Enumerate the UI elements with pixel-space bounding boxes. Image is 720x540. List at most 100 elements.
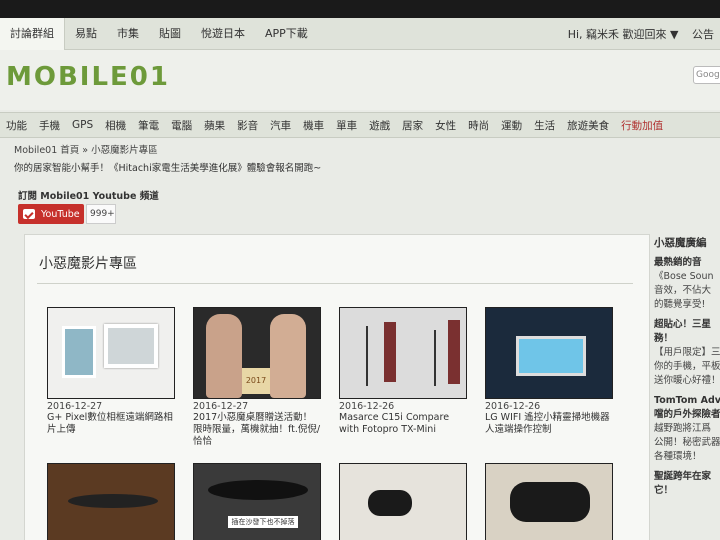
nav-item[interactable]: 居家	[396, 118, 429, 133]
photo-frame-image	[104, 324, 158, 368]
sidebar-item[interactable]: TomTom Adve	[654, 394, 720, 408]
video-card[interactable]: 2017 2016-12-27 2017小惡魔桌曆贈送活動！限時限量，萬機就抽！…	[193, 307, 321, 448]
video-date: 2016-12-26	[485, 401, 541, 412]
site-header: MOBILE01 Goog	[0, 50, 720, 110]
announcement-link[interactable]: 公告	[692, 28, 714, 41]
nav-item[interactable]: 運動	[495, 118, 528, 133]
video-thumbnail[interactable]	[47, 463, 175, 540]
panel-title: 小惡魔影片專區	[39, 256, 137, 272]
user-menu[interactable]: Hi, 竊米禾 歡迎回來 ▼	[568, 28, 679, 41]
nav-item[interactable]: 女性	[429, 118, 462, 133]
divider	[37, 283, 633, 284]
tab-forum[interactable]: 討論群組	[0, 17, 65, 50]
video-card[interactable]: 2016-12-26 LG WIFI 遙控小精靈掃地機器人遠端操作控制	[485, 307, 613, 436]
sidebar-item[interactable]: 噹的戶外探險者	[654, 408, 720, 422]
video-card[interactable]	[339, 463, 467, 540]
video-card[interactable]: 2016-12-26 Masarce C15i Compare with Fot…	[339, 307, 467, 436]
video-title[interactable]: 2017小惡魔桌曆贈送活動！限時限量，萬機就抽！ft.倪倪/恰恰	[193, 412, 321, 448]
user-greeting[interactable]: Hi, 竊米禾 歡迎回來 ▼ 公告	[568, 26, 720, 42]
nav-item[interactable]: 機車	[297, 118, 330, 133]
video-thumbnail[interactable]	[339, 307, 467, 399]
sidebar-item[interactable]: 《Bose Soun	[654, 270, 720, 284]
tab-market[interactable]: 市集	[107, 18, 149, 50]
nav-item[interactable]: 時尚	[462, 118, 495, 133]
device-image	[68, 494, 158, 508]
sidebar-item[interactable]: 最熱銷的音	[654, 256, 720, 270]
sidebar-item[interactable]: 你的手機，平板	[654, 360, 720, 374]
video-title[interactable]: Masarce C15i Compare with Fotopro TX-Min…	[339, 412, 467, 436]
video-date: 2016-12-26	[339, 401, 395, 412]
nav-item[interactable]: 汽車	[264, 118, 297, 133]
model-image	[206, 314, 242, 398]
announcement-link[interactable]: 你的居家智能小幫手！《Hitachi家電生活美學進化展》體驗會報名開跑~	[14, 160, 321, 174]
person-image	[384, 322, 396, 382]
nav-item[interactable]: GPS	[66, 119, 99, 131]
video-title[interactable]: G+ Pixel數位相框遠端網路相片上傳	[47, 412, 175, 436]
breadcrumb[interactable]: Mobile01 首頁 » 小惡魔影片專區	[14, 142, 158, 156]
robot-vacuum-image	[510, 482, 590, 522]
laptop-screen-image	[516, 336, 586, 376]
video-thumbnail[interactable]: 插在沙發下也不掉落	[193, 463, 321, 540]
sidebar-item[interactable]: 公開！秘密武器	[654, 436, 720, 450]
video-thumbnail[interactable]: 2017	[193, 307, 321, 399]
main-content: Mobile01 首頁 » 小惡魔影片專區 你的居家智能小幫手！《Hitachi…	[0, 138, 720, 540]
calendar-image: 2017	[242, 368, 270, 394]
youtube-subscribe-button[interactable]: YouTube	[18, 204, 84, 224]
tripod-image	[366, 326, 368, 386]
nav-item[interactable]: 影音	[231, 118, 264, 133]
subscriber-count: 999+	[86, 204, 116, 224]
sidebar-title: 小惡魔廣編	[654, 237, 707, 249]
video-panel: 小惡魔影片專區 2016-12-27 G+ Pixel數位相框遠端網路相片上傳 …	[24, 234, 650, 540]
nav-item[interactable]: 行動加值	[615, 118, 669, 133]
mobile01-logo[interactable]: MOBILE01	[6, 62, 170, 92]
sidebar-item[interactable]: 聖誕跨年在家	[654, 470, 720, 484]
sidebar-list: 最熱銷的音 《Bose Soun 音效，不佔大 的聽覺享受! 超貼心！三星 務！ 【用戶限定…	[654, 256, 720, 498]
video-thumbnail[interactable]	[47, 307, 175, 399]
sidebar-item[interactable]: 超貼心！三星	[654, 318, 720, 332]
model-image	[270, 314, 306, 398]
video-card[interactable]	[47, 463, 175, 540]
sidebar-item[interactable]: 的聽覺享受!	[654, 298, 720, 312]
tab-app-download[interactable]: APP下載	[255, 18, 318, 50]
nav-item[interactable]: 功能	[0, 118, 33, 133]
nav-item[interactable]: 單車	[330, 118, 363, 133]
photo-frame-image	[62, 326, 96, 378]
sidebar-item[interactable]: 音效，不佔大	[654, 284, 720, 298]
nav-item[interactable]: 遊戲	[363, 118, 396, 133]
sidebar-item[interactable]: 務！	[654, 332, 720, 346]
subscribe-label: 訂閱 Mobile01 Youtube 頻道	[18, 191, 159, 202]
video-title[interactable]: LG WIFI 遙控小精靈掃地機器人遠端操作控制	[485, 412, 613, 436]
nav-item[interactable]: 蘋果	[198, 118, 231, 133]
tripod-image	[434, 330, 436, 386]
video-thumbnail[interactable]	[339, 463, 467, 540]
robot-vacuum-image	[208, 480, 308, 500]
sidebar-item[interactable]: 【用戶限定】三	[654, 346, 720, 360]
nav-item[interactable]: 相機	[99, 118, 132, 133]
sidebar-item[interactable]: 越野跑將江爲	[654, 422, 720, 436]
search-input[interactable]: Goog	[693, 66, 720, 84]
video-card[interactable]: 2016-12-27 G+ Pixel數位相框遠端網路相片上傳	[47, 307, 175, 436]
tab-japan-travel[interactable]: 悅遊日本	[191, 18, 255, 50]
monitor-bezel	[0, 0, 720, 18]
video-date: 2016-12-27	[193, 401, 249, 412]
sidebar-item[interactable]: 它！	[654, 484, 720, 498]
video-thumbnail[interactable]	[485, 463, 613, 540]
sidebar-item[interactable]: 送你暖心好禮！	[654, 374, 720, 388]
video-card[interactable]	[485, 463, 613, 540]
speaker-image	[368, 490, 412, 516]
video-card[interactable]: 插在沙發下也不掉落	[193, 463, 321, 540]
nav-item[interactable]: 手機	[33, 118, 66, 133]
nav-item[interactable]: 電腦	[165, 118, 198, 133]
top-tab-bar: 討論群組 易點 市集 貼圖 悅遊日本 APP下載 Hi, 竊米禾 歡迎回來 ▼ …	[0, 17, 720, 50]
video-date: 2016-12-27	[47, 401, 103, 412]
nav-item[interactable]: 生活	[528, 118, 561, 133]
video-thumbnail[interactable]	[485, 307, 613, 399]
sidebar-item[interactable]: 各種環境！	[654, 450, 720, 464]
youtube-icon	[23, 209, 35, 219]
tab-stickers[interactable]: 貼圖	[149, 18, 191, 50]
nav-item[interactable]: 筆電	[132, 118, 165, 133]
youtube-button-label: YouTube	[41, 208, 80, 220]
sponsored-sidebar: 小惡魔廣編 最熱銷的音 《Bose Soun 音效，不佔大 的聽覺享受! 超貼心！三星務…	[654, 234, 720, 540]
tab-easypoint[interactable]: 易點	[65, 18, 107, 50]
nav-item[interactable]: 旅遊美食	[561, 118, 615, 133]
